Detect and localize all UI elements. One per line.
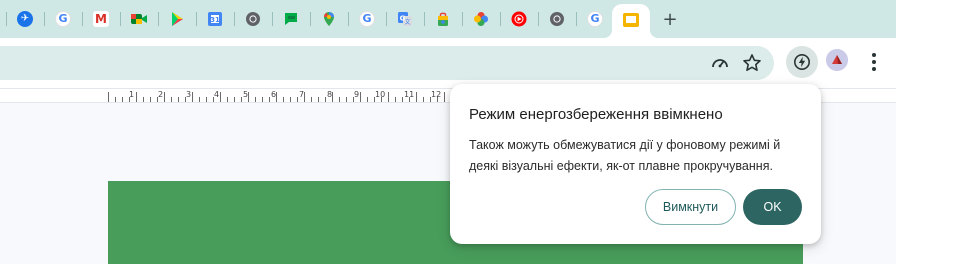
tab-active[interactable] bbox=[612, 4, 650, 38]
tab-pinned[interactable]: 31 bbox=[203, 7, 227, 31]
ruler-label: 2 bbox=[158, 90, 164, 99]
tab-pinned[interactable]: M bbox=[89, 7, 113, 31]
new-tab-button[interactable]: + bbox=[659, 8, 681, 30]
menu-dot bbox=[872, 53, 876, 57]
ok-button[interactable]: OK bbox=[743, 189, 802, 225]
google-icon: G bbox=[55, 11, 71, 27]
shopping-icon bbox=[438, 12, 448, 26]
energy-saver-icon bbox=[794, 54, 810, 70]
tab-separator bbox=[500, 12, 501, 26]
tab-separator bbox=[576, 12, 577, 26]
tab-pinned[interactable]: ✈ bbox=[13, 7, 37, 31]
performance-icon[interactable] bbox=[706, 49, 734, 77]
energy-saver-popup: Режим енергозбереження ввімкнено Також м… bbox=[450, 84, 821, 244]
tab-pinned[interactable] bbox=[165, 7, 189, 31]
energy-saver-button[interactable] bbox=[786, 46, 818, 78]
tab-strip: ✈ G M 31 G G 文 G + bbox=[0, 0, 896, 38]
calendar-icon: 31 bbox=[208, 12, 222, 26]
ruler-label: 9 bbox=[354, 90, 360, 99]
google-icon: G bbox=[587, 11, 603, 27]
tab-separator bbox=[386, 12, 387, 26]
ruler-label: 4 bbox=[214, 90, 220, 99]
menu-dot bbox=[872, 60, 876, 64]
avatar-icon bbox=[826, 49, 848, 71]
play-store-icon bbox=[172, 12, 183, 26]
tab-separator bbox=[538, 12, 539, 26]
photos-icon bbox=[474, 12, 488, 26]
ruler-label: 3 bbox=[186, 90, 192, 99]
window-gutter bbox=[896, 0, 960, 88]
slides-icon bbox=[623, 13, 639, 27]
ruler-label: 10 bbox=[375, 90, 386, 99]
tab-pinned[interactable] bbox=[431, 7, 455, 31]
tab-pinned[interactable] bbox=[469, 7, 493, 31]
ruler-label: 8 bbox=[327, 90, 333, 99]
tab-separator bbox=[424, 12, 425, 26]
meet-icon bbox=[131, 14, 147, 24]
ruler-label: 1 bbox=[129, 90, 135, 99]
bookmark-star-icon[interactable] bbox=[738, 49, 766, 77]
tab-separator bbox=[6, 12, 7, 26]
translate-icon: G 文 bbox=[398, 12, 412, 26]
popup-title: Режим енергозбереження ввімкнено bbox=[469, 106, 723, 123]
profile-avatar[interactable] bbox=[826, 49, 848, 71]
tab-pinned[interactable] bbox=[241, 7, 265, 31]
tab-pinned[interactable] bbox=[127, 7, 151, 31]
google-icon: G bbox=[359, 11, 375, 27]
tab-separator bbox=[120, 12, 121, 26]
tab-pinned[interactable]: G 文 bbox=[393, 7, 417, 31]
tab-separator bbox=[44, 12, 45, 26]
tab-separator bbox=[234, 12, 235, 26]
svg-text:31: 31 bbox=[210, 16, 220, 24]
tab-separator bbox=[158, 12, 159, 26]
ruler-label: 11 bbox=[404, 90, 415, 99]
chat-icon bbox=[285, 13, 297, 25]
chrome-icon bbox=[246, 12, 260, 26]
more-menu-button[interactable] bbox=[862, 48, 886, 76]
ruler-label: 7 bbox=[299, 90, 305, 99]
ruler-label: 12 bbox=[431, 90, 442, 99]
tab-separator bbox=[82, 12, 83, 26]
tab-pinned[interactable]: G bbox=[583, 7, 607, 31]
tab-separator bbox=[462, 12, 463, 26]
active-tab-corner bbox=[650, 30, 658, 38]
popup-body: Також можуть обмежуватися дії у фоновому… bbox=[469, 138, 781, 173]
maps-icon bbox=[324, 12, 334, 26]
tab-pinned[interactable]: G bbox=[51, 7, 75, 31]
tab-pinned[interactable]: G bbox=[355, 7, 379, 31]
active-tab-corner bbox=[604, 30, 612, 38]
svg-text:文: 文 bbox=[404, 18, 410, 26]
tab-pinned[interactable] bbox=[507, 7, 531, 31]
chrome-icon bbox=[550, 12, 564, 26]
browser-window: ✈ G M 31 G G 文 G + 1 2 3 4 5 6 7 8 9 10 … bbox=[0, 0, 960, 264]
toolbar bbox=[0, 38, 896, 88]
tab-separator bbox=[272, 12, 273, 26]
tab-pinned[interactable] bbox=[545, 7, 569, 31]
tab-separator bbox=[348, 12, 349, 26]
turn-off-button[interactable]: Вимкнути bbox=[645, 189, 736, 225]
ruler-label: 5 bbox=[243, 90, 249, 99]
youtube-music-icon bbox=[511, 11, 527, 27]
tab-pinned[interactable] bbox=[317, 7, 341, 31]
tab-pinned[interactable] bbox=[279, 7, 303, 31]
menu-dot bbox=[872, 67, 876, 71]
tab-separator bbox=[196, 12, 197, 26]
address-bar[interactable] bbox=[0, 46, 774, 80]
ruler-label: 6 bbox=[271, 90, 277, 99]
gmail-icon: M bbox=[93, 11, 109, 27]
tab-separator bbox=[310, 12, 311, 26]
app-icon: ✈ bbox=[17, 11, 33, 27]
